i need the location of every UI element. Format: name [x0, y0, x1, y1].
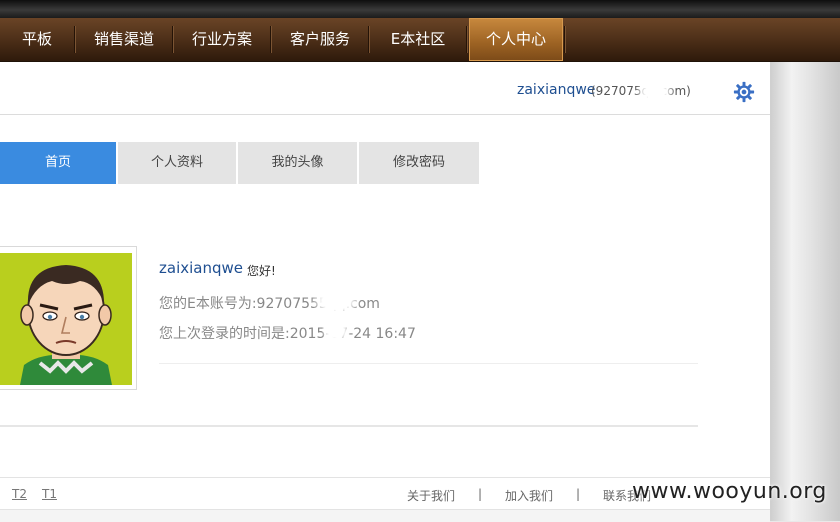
profile-tabs: 首页 个人资料 我的头像 修改密码	[0, 142, 480, 184]
nav-item-sales-channel[interactable]: 销售渠道	[76, 18, 172, 61]
avatar	[0, 246, 137, 390]
watermark-text: www.wooyun.org	[632, 479, 827, 504]
footer-separator: |	[478, 487, 483, 501]
top-strip	[0, 0, 840, 18]
nav-separator	[564, 26, 566, 53]
footer-bottom-strip	[0, 509, 770, 522]
main-nav: 平板 销售渠道 行业方案 客户服务 E本社区 个人中心	[0, 18, 840, 62]
username-link[interactable]: zaixianqwe	[517, 82, 595, 98]
section-divider	[159, 363, 698, 364]
redaction-blur	[635, 79, 675, 105]
nav-item-community[interactable]: E本社区	[370, 18, 466, 61]
user-bar: zaixianqwe (927075qq.com)	[0, 62, 770, 115]
nav-item-customer-service[interactable]: 客户服务	[272, 18, 368, 61]
profile-greeting: 您好!	[247, 264, 276, 278]
footer-link-t1[interactable]: T1	[42, 487, 57, 501]
tab-personal-info[interactable]: 个人资料	[118, 142, 236, 184]
redaction-blur	[312, 286, 360, 316]
side-panel	[771, 62, 840, 521]
footer-link-t2[interactable]: T2	[12, 487, 27, 501]
main-content: zaixianqwe (927075qq.com) 首页 个人资料 我的头像 修…	[0, 62, 771, 522]
nav-separator	[466, 26, 468, 53]
redaction-blur	[322, 320, 350, 342]
profile-username: zaixianqwe	[159, 259, 243, 277]
gear-icon[interactable]	[733, 81, 755, 103]
footer-separator: |	[576, 487, 581, 501]
tab-change-password[interactable]: 修改密码	[359, 142, 479, 184]
footer-link-join[interactable]: 加入我们	[505, 487, 553, 504]
nav-item-industry-solutions[interactable]: 行业方案	[174, 18, 270, 61]
tab-home[interactable]: 首页	[0, 142, 116, 184]
section-divider	[0, 425, 698, 427]
avatar-illustration	[0, 253, 132, 385]
tab-my-avatar[interactable]: 我的头像	[238, 142, 357, 184]
nav-item-personal-center[interactable]: 个人中心	[469, 18, 563, 61]
last-login-info: 您上次登录的时间是:2015-07-24 16:47	[159, 326, 416, 342]
nav-item-tablet[interactable]: 平板	[0, 18, 74, 61]
footer-link-about[interactable]: 关于我们	[407, 487, 455, 504]
